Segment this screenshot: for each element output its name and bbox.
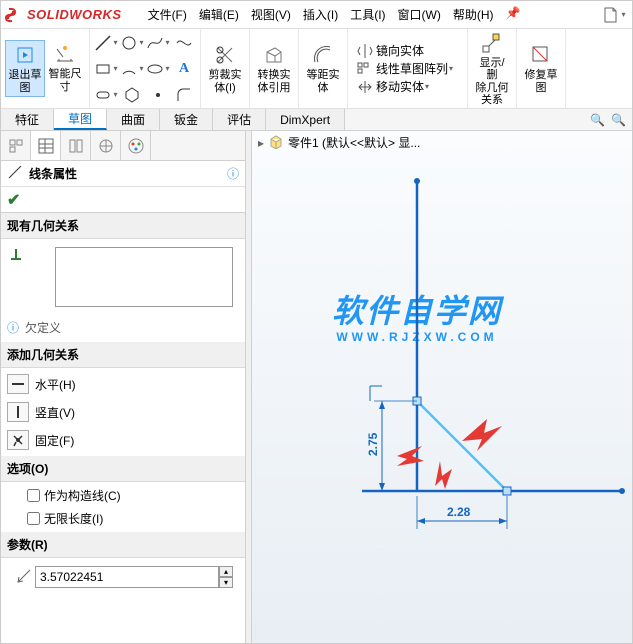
svg-text:2.75: 2.75 [366,432,380,456]
bc-arrow[interactable]: ▸ [258,136,264,150]
section-existing-relations[interactable]: 现有几何关系 [1,213,245,239]
selected-line[interactable] [417,401,507,491]
section-options[interactable]: 选项(O) [1,456,245,482]
vertical-icon [7,402,29,422]
ptab-appearance[interactable] [121,131,151,160]
menu-view[interactable]: 视图(V) [245,6,297,23]
existing-relations-list[interactable] [55,247,233,307]
menu-help[interactable]: 帮助(H) [447,6,500,23]
tab-sheetmetal[interactable]: 钣金 [160,109,213,130]
relation-perp-icon [7,245,29,307]
svg-text:2.28: 2.28 [447,505,471,519]
menu-insert[interactable]: 插入(I) [297,6,344,23]
panel-ok-row: ✔ [1,187,245,213]
ptab-config[interactable] [61,131,91,160]
menu-window[interactable]: 窗口(W) [392,6,447,23]
polygon-tool[interactable] [120,83,144,107]
section-add-relations[interactable]: 添加几何关系 [1,342,245,368]
fix-icon [7,430,29,450]
ptab-dim[interactable] [91,131,121,160]
app-name: SOLIDWORKS [27,7,122,22]
menubar: 文件(F) 编辑(E) 视图(V) 插入(I) 工具(I) 窗口(W) 帮助(H… [142,6,527,23]
arrow-3 [435,461,452,489]
new-doc-button[interactable]: ▾ [602,3,626,27]
search-icon[interactable]: 🔍 [590,113,605,127]
circle-tool[interactable]: ▾ [120,31,144,55]
ptab-feature-tree[interactable] [1,131,31,160]
help-icon[interactable]: ⓘ [227,165,239,182]
ellipse-tool[interactable]: ▾ [146,57,170,81]
length-icon [13,568,35,587]
rect-tool[interactable]: ▾ [94,57,118,81]
property-panel: 线条属性 ⓘ ✔ 现有几何关系 ⓘ 欠定义 添加几何关系 [1,131,246,643]
opt-construction[interactable]: 作为构造线(C) [1,484,245,507]
horizontal-icon [7,374,29,394]
app-logo: SOLIDWORKS [5,5,122,25]
menu-pin[interactable]: 📌 [500,6,527,23]
panel-title: 线条属性 [29,165,77,182]
move-button[interactable]: 移动实体▾ [352,78,433,96]
arc-tool[interactable]: ▾ [120,57,144,81]
arrow-2 [397,446,424,466]
tab-feature[interactable]: 特征 [1,109,54,130]
search2-icon[interactable]: 🔍 [611,113,626,127]
line-tool[interactable]: ▾ [94,31,118,55]
spin-up[interactable]: ▴ [219,566,233,577]
exit-sketch-button[interactable]: 退出草图 [5,40,45,96]
tab-dimxpert[interactable]: DimXpert [266,109,345,130]
arrow-1 [462,419,502,451]
sketch-canvas: 2.75 2.28 [252,161,632,641]
breadcrumb: ▸ 零件1 (默认<<默认> 显... [258,133,420,152]
infinite-checkbox[interactable] [27,512,40,525]
dim-vertical[interactable]: 2.75 [366,386,417,491]
smart-dimension-button[interactable]: 智能尺寸 [45,40,85,96]
spline-tool[interactable]: ▾ [146,31,170,55]
opt-infinite[interactable]: 无限长度(I) [1,507,245,530]
panel-header: 线条属性 ⓘ [1,161,245,187]
main: 线条属性 ⓘ ✔ 现有几何关系 ⓘ 欠定义 添加几何关系 [1,131,632,643]
panel-tabs [1,131,245,161]
mirror-button[interactable]: 镜向实体 [352,42,428,60]
status-under-defined: 欠定义 [25,319,61,336]
info-icon: ⓘ [7,319,19,336]
endpoint-2[interactable] [503,487,511,495]
display-relations-button[interactable]: 显示/删除几何关系 [472,29,512,107]
text-tool[interactable]: A [172,57,196,81]
solidworks-icon [5,5,25,25]
repair-sketch-button[interactable]: 修复草图 [521,41,561,95]
rel-horizontal[interactable]: 水平(H) [1,370,245,398]
tab-evaluate[interactable]: 评估 [213,109,266,130]
menu-file[interactable]: 文件(F) [142,6,193,23]
titlebar: SOLIDWORKS 文件(F) 编辑(E) 视图(V) 插入(I) 工具(I)… [1,1,632,29]
spline2-tool[interactable] [172,31,196,55]
length-input[interactable] [35,566,219,588]
command-tabs: 特征 草图 曲面 钣金 评估 DimXpert 🔍 🔍 [1,109,632,131]
section-params[interactable]: 参数(R) [1,532,245,558]
menu-tools[interactable]: 工具(I) [344,6,391,23]
bc-part-name[interactable]: 零件1 (默认<<默认> 显... [288,134,420,151]
construction-checkbox[interactable] [27,489,40,502]
trim-button[interactable]: 剪裁实体(I) [205,41,245,95]
rel-vertical[interactable]: 竖直(V) [1,398,245,426]
linear-pattern-button[interactable]: 线性草图阵列▾ [352,60,457,78]
ok-button[interactable]: ✔ [7,190,20,210]
point-tool[interactable] [146,83,170,107]
fillet-tool[interactable] [172,83,196,107]
rel-fix[interactable]: 固定(F) [1,426,245,454]
ribbon: 退出草图 智能尺寸 ▾ ▾ ▾ ▾ ▾ ▾ A ▾ [1,29,632,109]
ptab-property[interactable] [31,131,61,160]
menu-edit[interactable]: 编辑(E) [193,6,245,23]
dim-horizontal[interactable]: 2.28 [417,496,507,529]
graphics-area[interactable]: ▸ 零件1 (默认<<默认> 显... 软件自学网 WWW.RJZXW.COM [252,131,632,643]
slot-tool[interactable]: ▾ [94,83,118,107]
line-icon [7,164,25,183]
tab-surface[interactable]: 曲面 [107,109,160,130]
tab-sketch[interactable]: 草图 [54,109,107,130]
offset-button[interactable]: 等距实体 [303,41,343,95]
spin-down[interactable]: ▾ [219,577,233,588]
convert-button[interactable]: 转换实体引用 [254,41,294,95]
part-icon [268,133,284,152]
